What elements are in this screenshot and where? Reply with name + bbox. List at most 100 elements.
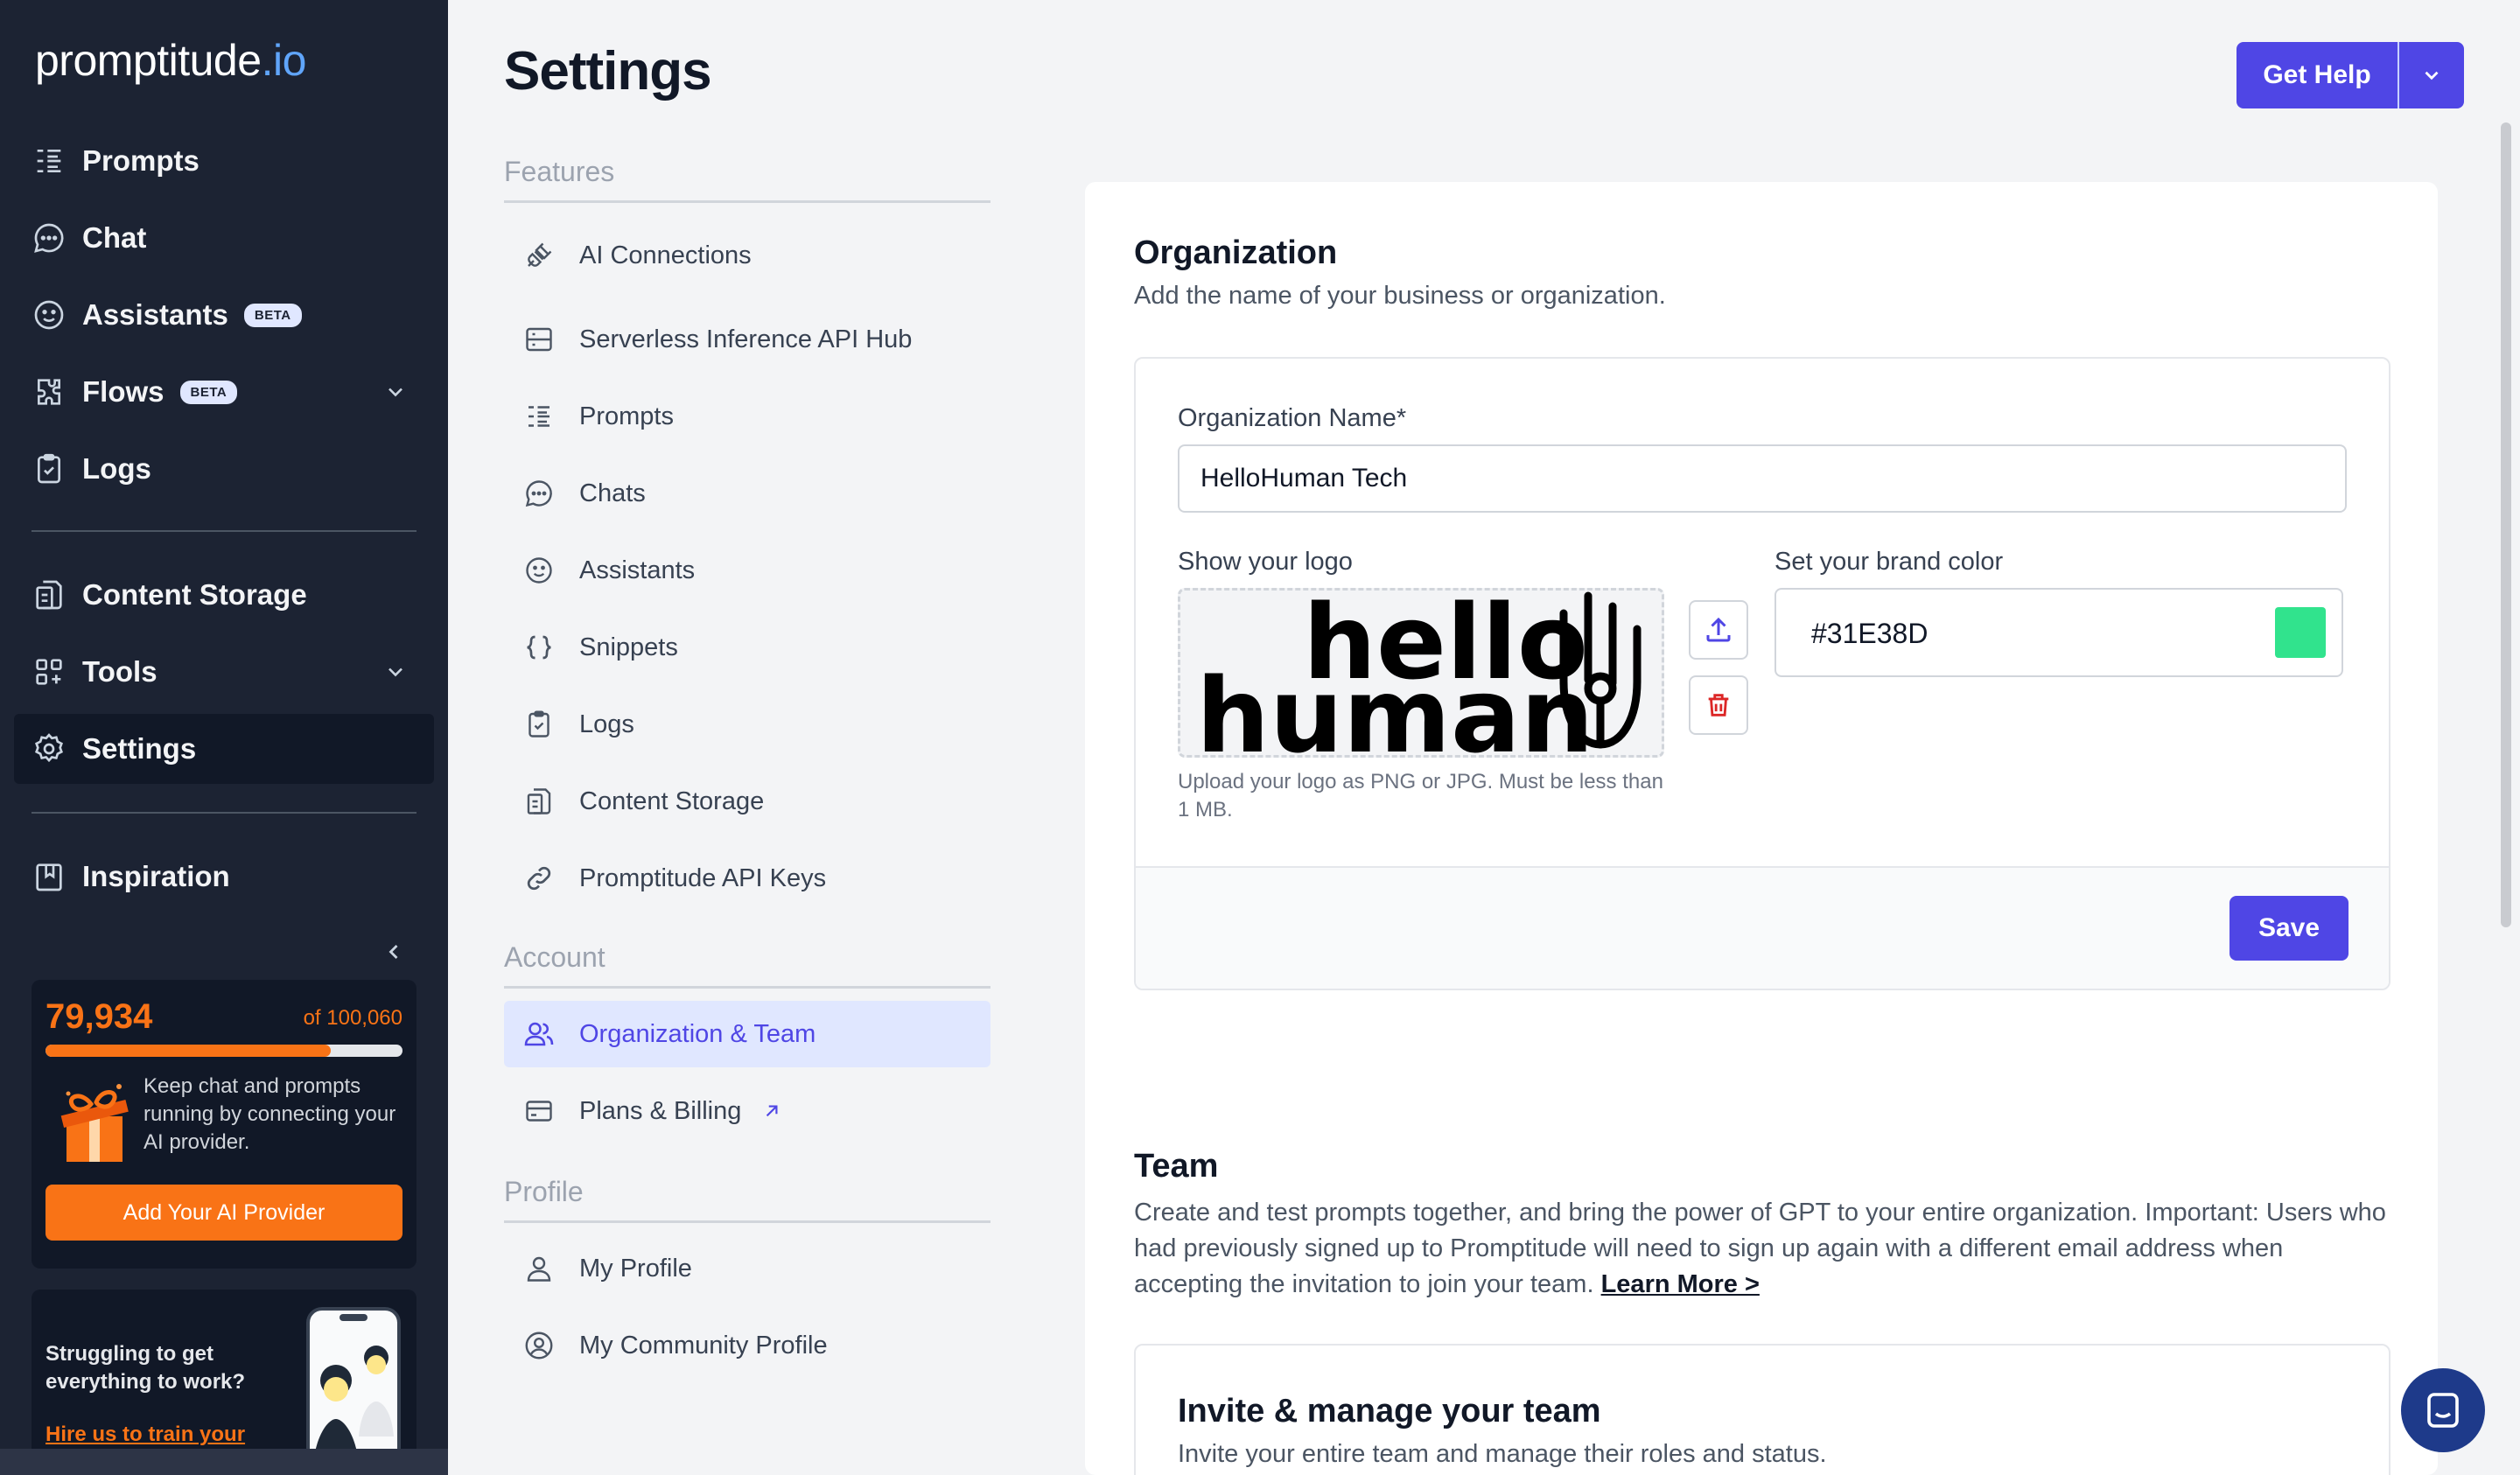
sidebar-item-label: Flows — [82, 375, 164, 408]
chevron-left-icon[interactable] — [382, 940, 406, 964]
settings-item-ai-connections[interactable]: AI Connections — [504, 222, 990, 289]
sidebar-item-logs[interactable]: Logs — [14, 434, 434, 504]
sidebar-divider — [32, 812, 416, 814]
settings-item-organization-team[interactable]: Organization & Team — [504, 1001, 990, 1067]
settings-item-plans-billing[interactable]: Plans & Billing — [504, 1078, 990, 1144]
settings-panel: Organization Add the name of your busine… — [1085, 182, 2438, 1475]
book-icon — [36, 863, 62, 891]
sidebar-item-settings[interactable]: Settings — [14, 714, 434, 784]
scrollbar[interactable] — [2501, 122, 2511, 927]
organization-name-label: Organization Name* — [1178, 404, 1407, 432]
usage-progress-bar — [46, 1045, 402, 1057]
sidebar-item-tools[interactable]: Tools — [14, 637, 434, 707]
brand-color-label: Set your brand color — [1774, 548, 2004, 576]
learn-more-link[interactable]: Learn More > — [1601, 1270, 1760, 1298]
settings-item-label: Organization & Team — [579, 1019, 816, 1048]
usage-progress-fill — [46, 1045, 331, 1057]
invite-subtitle: Invite your entire team and manage their… — [1178, 1440, 1827, 1468]
sidebar-item-label: Assistants — [82, 298, 228, 331]
promo-text: Struggling to get everything to work? — [46, 1342, 246, 1394]
beta-badge: BETA — [179, 380, 238, 404]
logo-text-human: human — [1196, 655, 1594, 755]
sidebar-item-chat[interactable]: Chat — [14, 203, 434, 273]
grid-icon — [36, 659, 62, 685]
storage-icon — [527, 788, 551, 814]
link-icon — [527, 866, 551, 891]
upload-icon — [1706, 617, 1731, 642]
logo-text-part1: prompt — [35, 36, 169, 85]
user-circle-icon — [525, 1332, 553, 1360]
sidebar-item-label: Tools — [82, 655, 158, 688]
sidebar-bottom-strip — [0, 1449, 448, 1475]
gear-icon — [35, 733, 63, 763]
settings-item-chats[interactable]: Chats — [504, 460, 990, 527]
support-chat-button[interactable] — [2401, 1368, 2485, 1452]
invite-team-card: Invite & manage your team Invite your en… — [1134, 1344, 2390, 1475]
settings-item-label: Snippets — [579, 633, 678, 661]
chat-icon — [525, 480, 552, 507]
add-ai-provider-button[interactable]: Add Your AI Provider — [46, 1185, 402, 1241]
logo-preview[interactable]: hello human — [1178, 588, 1664, 758]
chevron-down-icon[interactable] — [383, 660, 408, 684]
sidebar-divider — [32, 530, 416, 532]
save-button[interactable]: Save — [2230, 896, 2348, 961]
storage-icon — [36, 580, 62, 610]
braces-icon — [527, 635, 551, 660]
organization-title: Organization — [1134, 234, 1338, 271]
delete-logo-button[interactable] — [1689, 675, 1748, 735]
settings-item-serverless-inference[interactable]: Serverless Inference API Hub — [504, 306, 990, 373]
puzzle-icon — [38, 379, 60, 405]
invite-title: Invite & manage your team — [1178, 1393, 1601, 1430]
settings-item-community-profile[interactable]: My Community Profile — [504, 1312, 990, 1379]
settings-item-label: Promptitude API Keys — [579, 863, 827, 892]
logo-text-part2: itude — [168, 36, 262, 85]
sidebar-item-flows[interactable]: Flows BETA — [14, 357, 434, 427]
brand-color-swatch[interactable] — [2275, 607, 2326, 658]
clipboard-icon — [528, 710, 550, 738]
settings-item-logs[interactable]: Logs — [504, 691, 990, 758]
app-sidebar: prompt itude .io Prompts Chat Assistants B… — [0, 0, 448, 1475]
settings-item-content-storage[interactable]: Content Storage — [504, 768, 990, 835]
settings-item-label: AI Connections — [579, 241, 752, 269]
sidebar-item-label: Content Storage — [82, 578, 307, 611]
organization-name-value: HelloHuman Tech — [1200, 464, 1408, 493]
settings-item-my-profile[interactable]: My Profile — [504, 1235, 990, 1302]
promptitude-logo[interactable]: prompt itude .io — [35, 31, 306, 89]
sidebar-item-label: Logs — [82, 452, 151, 485]
settings-item-api-keys[interactable]: Promptitude API Keys — [504, 845, 990, 912]
user-icon — [527, 1256, 551, 1282]
get-help-button[interactable]: Get Help — [2236, 42, 2398, 108]
section-heading-account: Account — [504, 941, 990, 989]
settings-item-label: Logs — [579, 710, 634, 738]
settings-item-label: Serverless Inference API Hub — [579, 325, 913, 353]
sidebar-item-inspiration[interactable]: Inspiration — [14, 842, 434, 912]
chevron-down-icon[interactable] — [383, 380, 408, 404]
usage-count: 79,934 — [46, 997, 153, 1036]
settings-item-assistants[interactable]: Assistants — [504, 537, 990, 604]
plug-icon — [528, 242, 552, 267]
sidebar-item-label: Chat — [82, 221, 147, 254]
team-description: Create and test prompts together, and br… — [1134, 1195, 2394, 1303]
settings-item-snippets[interactable]: Snippets — [504, 614, 990, 681]
help-dropdown-toggle[interactable] — [2399, 42, 2464, 108]
brand-color-value: #31E38D — [1811, 618, 1928, 649]
external-link-icon — [766, 1105, 778, 1117]
page-title: Settings — [504, 41, 712, 101]
section-heading-features: Features — [504, 156, 990, 203]
usage-card: 79,934 of 100,060 Keep chat and prompts … — [32, 980, 416, 1269]
beta-badge: BETA — [243, 303, 302, 327]
credit-card-icon — [526, 1101, 552, 1122]
gift-icon — [60, 1084, 129, 1162]
logo-hint: Upload your logo as PNG or JPG. Must be … — [1178, 770, 1663, 821]
sidebar-item-prompts[interactable]: Prompts — [14, 126, 434, 196]
brand-color-input[interactable]: #31E38D — [1774, 588, 2343, 677]
chat-icon — [2427, 1393, 2459, 1428]
section-heading-profile: Profile — [504, 1176, 990, 1223]
settings-item-label: Plans & Billing — [579, 1096, 742, 1125]
settings-item-label: Content Storage — [579, 786, 765, 815]
sidebar-item-assistants[interactable]: Assistants BETA — [14, 280, 434, 350]
sidebar-item-content-storage[interactable]: Content Storage — [14, 560, 434, 630]
settings-item-prompts[interactable]: Prompts — [504, 383, 990, 450]
upload-logo-button[interactable] — [1689, 600, 1748, 660]
organization-name-input[interactable]: HelloHuman Tech — [1178, 444, 2347, 513]
